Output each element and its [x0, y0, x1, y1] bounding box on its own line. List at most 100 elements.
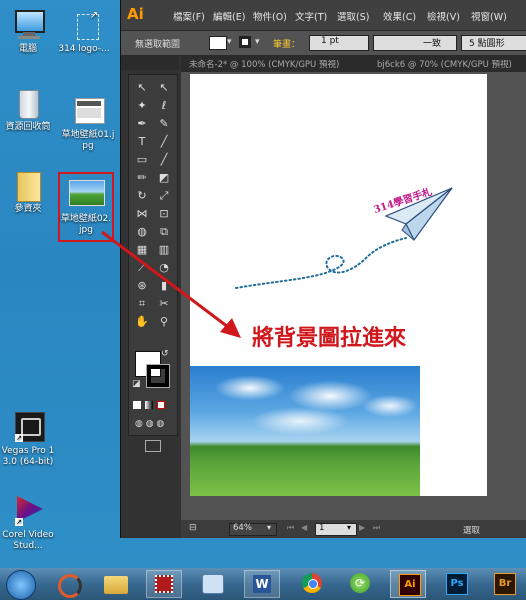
- image-file-icon: [69, 178, 105, 212]
- drawing-mode-icon[interactable]: ◍ ◍ ◍: [135, 419, 164, 429]
- annotation-arrow: [101, 230, 241, 338]
- menu-object[interactable]: 物件(O): [253, 9, 287, 23]
- desktop-icon-computer[interactable]: 電腦: [0, 8, 56, 55]
- menu-bar: Ai 檔案(F) 編輯(E) 物件(O) 文字(T) 選取(S) 效果(C) 檢…: [121, 0, 526, 30]
- paintbrush-tool-icon[interactable]: ╱: [154, 151, 174, 169]
- illustrator-icon: Ai: [399, 574, 421, 596]
- taskbar-app-device[interactable]: [194, 570, 230, 598]
- stroke-weight-field[interactable]: [309, 35, 369, 51]
- taskbar: W ⟳ Ai Ps Br: [0, 568, 526, 600]
- stroke-label: 筆畫：: [273, 40, 301, 50]
- status-text: 選取: [463, 526, 481, 536]
- width-tool-icon[interactable]: ⋈: [132, 205, 152, 223]
- pen-tool-icon[interactable]: ✒: [132, 115, 152, 133]
- desktop-icon-314-logo[interactable]: ↗ 314 logo-...: [56, 8, 112, 55]
- eraser-tool-icon[interactable]: ◩: [154, 169, 174, 187]
- desktop-icon-recycle-bin[interactable]: 資源回收筒: [0, 86, 56, 133]
- desktop-icon-vegas-pro[interactable]: ↗ Vegas Pro 13.0 (64-bit): [0, 410, 56, 468]
- annotation-text: 將背景圖拉進來: [252, 326, 407, 351]
- vegas-icon: ↗: [11, 410, 45, 444]
- gradient-mode-icon[interactable]: [145, 401, 153, 409]
- grass-background-image[interactable]: [190, 366, 420, 496]
- curvature-tool-icon[interactable]: ✎: [154, 115, 174, 133]
- photoshop-icon: Ps: [446, 573, 468, 595]
- chevron-down-icon[interactable]: ▾: [267, 523, 271, 532]
- desktop-icon-label: 314 logo-...: [58, 44, 110, 54]
- taskbar-app-illustrator[interactable]: Ai: [390, 570, 426, 598]
- taskbar-app-bridge[interactable]: Br: [486, 570, 522, 598]
- menu-edit[interactable]: 編輯(E): [213, 9, 245, 23]
- prev-page-icon[interactable]: ◀: [301, 523, 307, 532]
- document-tabs: 未命名-2* @ 100% (CMYK/GPU 預視) bj6ck6 @ 70%…: [181, 56, 526, 72]
- menu-type[interactable]: 文字(T): [295, 9, 327, 23]
- stroke-weight-value[interactable]: 1 pt: [321, 36, 339, 46]
- pencil-tool-icon[interactable]: ✏: [132, 169, 152, 187]
- desktop-icon-label: 參資夾: [14, 204, 42, 214]
- folder-icon: [104, 576, 128, 594]
- tab-document-2[interactable]: bj6ck6 @ 70% (CMYK/GPU 預視): [377, 58, 512, 70]
- chevron-down-icon[interactable]: ▾: [347, 523, 351, 532]
- taskbar-app-file-explorer[interactable]: [98, 570, 134, 598]
- control-bar: 無選取範圍 ▾ ▾ 筆畫： 1 pt 一致 5 點圓形: [121, 30, 526, 74]
- chrome-icon-center: [308, 579, 318, 589]
- desktop-icon-corel[interactable]: ↗ Corel VideoStud...: [0, 494, 56, 552]
- taskbar-app-photoshop[interactable]: Ps: [438, 570, 474, 598]
- chevron-down-icon[interactable]: ▾: [227, 37, 232, 47]
- magic-wand-tool-icon[interactable]: ✦: [132, 97, 152, 115]
- default-colors-icon[interactable]: ◪: [132, 379, 141, 389]
- direct-selection-tool-icon[interactable]: ↖: [154, 79, 174, 97]
- file-icon: ↗: [67, 8, 101, 42]
- annotation-arrow-line: [101, 230, 233, 332]
- panel-grip[interactable]: [121, 56, 179, 70]
- menu-window[interactable]: 視窗(W): [471, 9, 507, 23]
- type-tool-icon[interactable]: T: [132, 133, 152, 151]
- lasso-tool-icon[interactable]: ℓ: [154, 97, 174, 115]
- desktop-icon-label: 資源回收筒: [5, 122, 51, 132]
- rotate-tool-icon[interactable]: ↻: [132, 187, 152, 205]
- selection-tool-icon[interactable]: ↖: [132, 79, 152, 97]
- menu-file[interactable]: 檔案(F): [173, 9, 205, 23]
- first-page-icon[interactable]: ⏮: [287, 523, 294, 533]
- screen-mode-icon[interactable]: [145, 440, 161, 452]
- desktop-icon-label: Corel VideoStud...: [2, 530, 54, 551]
- computer-icon: [11, 8, 45, 42]
- zoom-value: 64%: [233, 523, 252, 533]
- color-mode-icon[interactable]: [133, 401, 141, 409]
- desktop-icon-label: Vegas Pro 13.0 (64-bit): [1, 446, 55, 467]
- tab-document-1[interactable]: 未命名-2* @ 100% (CMYK/GPU 預視): [189, 58, 339, 70]
- stroke-swatch[interactable]: [239, 36, 251, 48]
- swap-colors-icon[interactable]: ↺: [161, 349, 169, 359]
- last-page-icon[interactable]: ⏭: [373, 523, 380, 533]
- desktop-icon-folder[interactable]: 參資夾: [0, 168, 56, 215]
- menu-view[interactable]: 檢視(V): [427, 9, 460, 23]
- menu-select[interactable]: 選取(S): [337, 9, 369, 23]
- none-mode-icon[interactable]: [157, 401, 165, 409]
- flight-path: [235, 237, 407, 289]
- stroke-color-swatch[interactable]: [146, 364, 170, 388]
- image-file-icon: [71, 94, 105, 128]
- stroke-profile-dropdown[interactable]: [373, 35, 457, 51]
- taskbar-app-refresh[interactable]: ⟳: [342, 570, 378, 598]
- rectangle-tool-icon[interactable]: ▭: [132, 151, 152, 169]
- menu-effect[interactable]: 效果(C): [383, 9, 416, 23]
- fill-swatch[interactable]: [209, 36, 227, 50]
- film-icon: [155, 575, 173, 593]
- taskbar-app-film[interactable]: [146, 570, 182, 598]
- status-bar: ⊟ 64% ▾ ⏮ ◀ 1 ▾ ▶ ⏭ 選取: [181, 520, 526, 538]
- windows-logo-icon: [6, 570, 36, 600]
- folder-icon: [11, 168, 45, 202]
- artboard-nav-icon[interactable]: ⊟: [189, 523, 197, 533]
- next-page-icon[interactable]: ▶: [359, 523, 365, 532]
- line-tool-icon[interactable]: ╱: [154, 133, 174, 151]
- start-button[interactable]: [2, 570, 38, 600]
- illustrator-logo: Ai: [127, 5, 144, 23]
- page-value: 1: [319, 523, 325, 533]
- chevron-down-icon[interactable]: ▾: [255, 37, 260, 47]
- free-transform-tool-icon[interactable]: ⊡: [154, 205, 174, 223]
- desktop-icon-grass-01[interactable]: 草地壁紙01.jpg: [60, 94, 116, 152]
- taskbar-app-chrome[interactable]: [294, 570, 330, 598]
- taskbar-app-slicer[interactable]: [50, 570, 86, 598]
- scale-tool-icon[interactable]: ⤢: [154, 187, 174, 205]
- annotation-arrow-head: [220, 318, 241, 338]
- taskbar-app-word[interactable]: W: [244, 570, 280, 598]
